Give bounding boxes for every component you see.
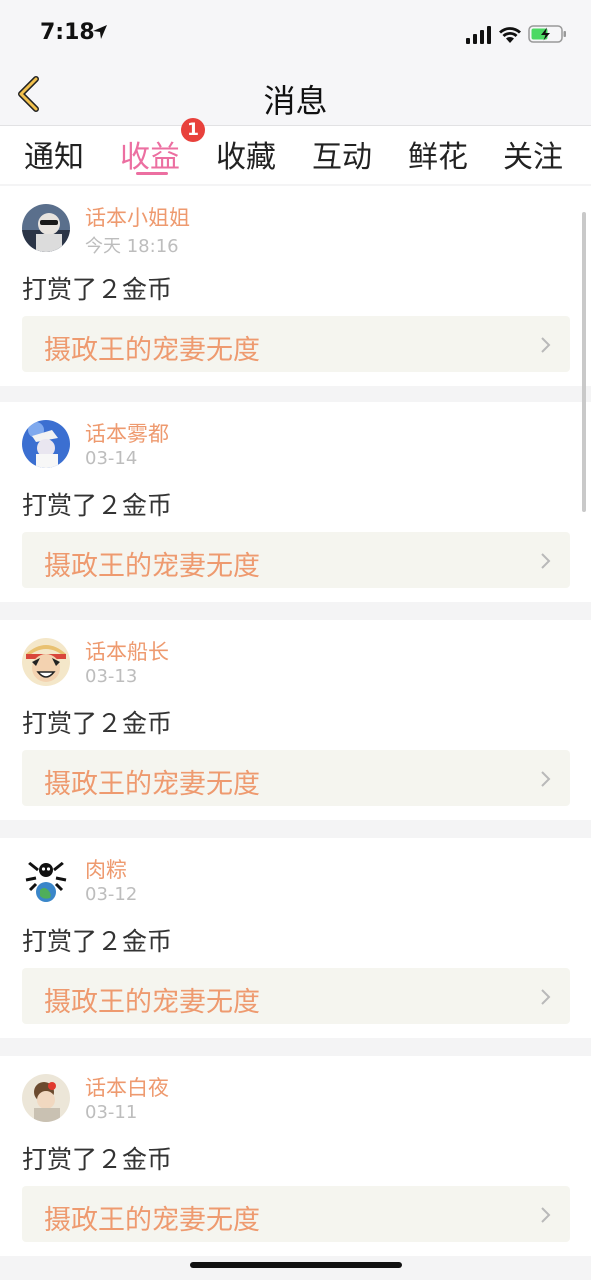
list-item: 肉粽 03-12 打赏了２金币 摄政王的宠妻无度 — [0, 838, 591, 1038]
username[interactable]: 肉粽 — [85, 854, 127, 884]
list-item: 话本雾都 03-14 打赏了２金币 摄政王的宠妻无度 — [0, 402, 591, 602]
reward-text: 打赏了２金币 — [22, 275, 173, 304]
active-tab-indicator — [136, 172, 168, 175]
book-link[interactable]: 摄政王的宠妻无度 — [22, 750, 570, 806]
scrollbar[interactable] — [582, 212, 586, 512]
timestamp: 今天 18:16 — [85, 236, 179, 257]
tab-following[interactable]: 关注 — [503, 132, 563, 176]
page-title: 消息 — [263, 82, 328, 120]
location-arrow-icon — [93, 25, 107, 39]
timestamp: 03-11 — [85, 1102, 138, 1123]
reward-text: 打赏了２金币 — [22, 927, 173, 956]
book-title: 摄政王的宠妻无度 — [44, 1205, 260, 1236]
book-title: 摄政王的宠妻无度 — [44, 987, 260, 1018]
chevron-right-icon — [541, 337, 551, 353]
book-title: 摄政王的宠妻无度 — [44, 335, 260, 366]
book-link[interactable]: 摄政王的宠妻无度 — [22, 316, 570, 372]
reward-text: 打赏了２金币 — [22, 709, 173, 738]
wifi-icon — [499, 27, 521, 43]
username[interactable]: 话本船长 — [85, 636, 169, 666]
book-link[interactable]: 摄政王的宠妻无度 — [22, 968, 570, 1024]
reward-text: 打赏了２金币 — [22, 491, 173, 520]
timestamp: 03-14 — [85, 448, 138, 469]
chevron-right-icon — [541, 771, 551, 787]
avatar[interactable] — [22, 204, 70, 252]
book-title: 摄政王的宠妻无度 — [44, 769, 260, 800]
book-link[interactable]: 摄政王的宠妻无度 — [22, 532, 570, 588]
username[interactable]: 话本雾都 — [85, 418, 169, 448]
reward-text: 打赏了２金币 — [22, 1145, 173, 1174]
status-time: 7:18 — [40, 20, 95, 45]
username[interactable]: 话本白夜 — [85, 1072, 169, 1102]
status-bar: 7:18 — [0, 0, 591, 64]
list-item: 话本白夜 03-11 打赏了２金币 摄政王的宠妻无度 — [0, 1056, 591, 1256]
book-link[interactable]: 摄政王的宠妻无度 — [22, 1186, 570, 1242]
cellular-signal-icon — [466, 26, 491, 44]
book-title: 摄政王的宠妻无度 — [44, 551, 260, 582]
tab-earnings[interactable]: 收益 — [120, 132, 180, 176]
avatar[interactable] — [22, 420, 70, 468]
home-indicator[interactable] — [190, 1262, 402, 1268]
chevron-right-icon — [541, 1207, 551, 1223]
timestamp: 03-13 — [85, 666, 138, 687]
category-tabs: 通知 收益 收藏 互动 鲜花 关注 — [0, 126, 591, 184]
tab-flowers[interactable]: 鲜花 — [408, 132, 468, 176]
username[interactable]: 话本小姐姐 — [85, 202, 190, 232]
tab-interactions[interactable]: 互动 — [312, 132, 372, 176]
list-item: 话本小姐姐 今天 18:16 打赏了２金币 摄政王的宠妻无度 — [0, 186, 591, 386]
avatar[interactable] — [22, 856, 70, 904]
timestamp: 03-12 — [85, 884, 138, 905]
chevron-right-icon — [541, 989, 551, 1005]
tab-notifications[interactable]: 通知 — [24, 132, 84, 176]
avatar[interactable] — [22, 638, 70, 686]
unread-badge: 1 — [181, 118, 205, 142]
tab-favorites[interactable]: 收藏 — [216, 132, 276, 176]
battery-charging-icon — [528, 25, 566, 43]
list-item: 话本船长 03-13 打赏了２金币 摄政王的宠妻无度 — [0, 620, 591, 820]
navigation-bar: 消息 — [0, 64, 591, 126]
avatar[interactable] — [22, 1074, 70, 1122]
chevron-right-icon — [541, 553, 551, 569]
